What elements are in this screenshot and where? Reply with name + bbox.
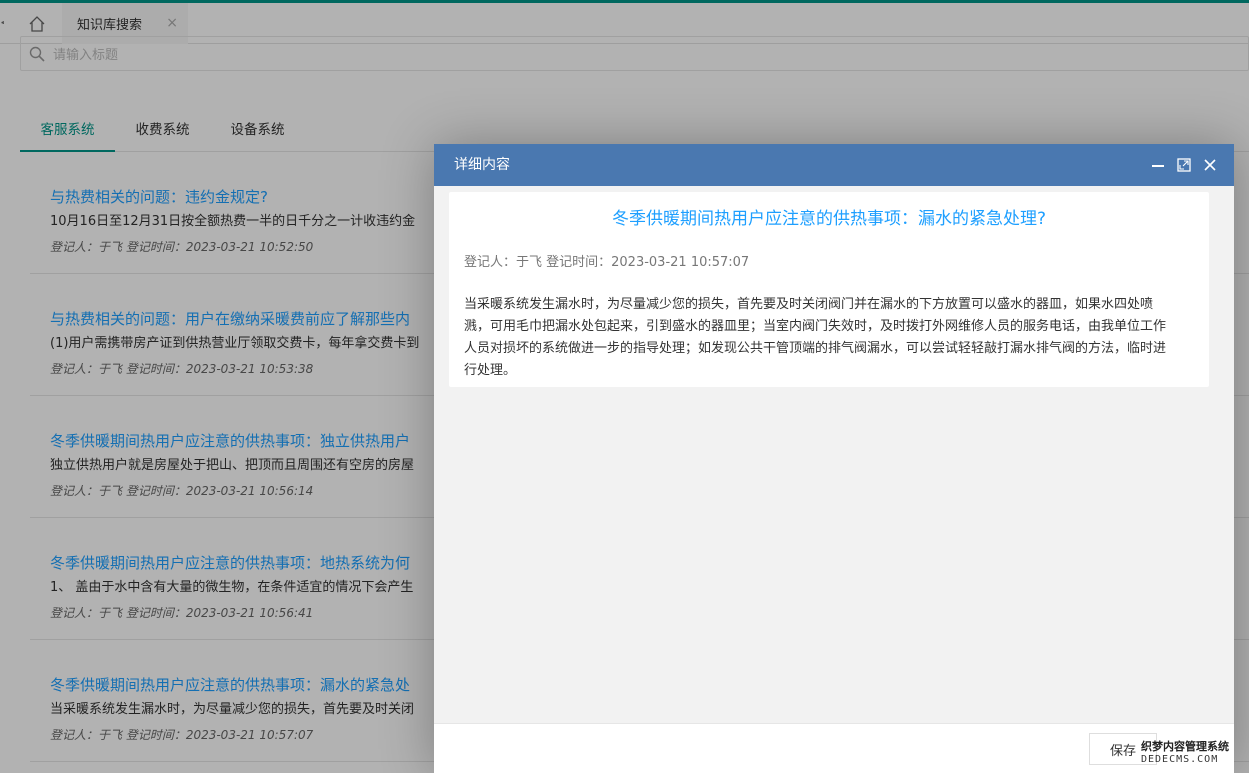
modal-header[interactable]: 详细内容 (434, 144, 1234, 186)
close-icon (1204, 159, 1216, 171)
detail-modal: 详细内容 冬季供暖期间热用户应注意的供热事项：漏水的紧急处理? 登记人：于飞 登… (434, 144, 1234, 773)
watermark-logo: 织梦内容管理系统 DEDECMS.COM (1141, 738, 1241, 768)
close-button[interactable] (1199, 144, 1221, 186)
minimize-button[interactable] (1147, 144, 1169, 186)
article-title: 冬季供暖期间热用户应注意的供热事项：漏水的紧急处理? (611, 209, 1047, 229)
modal-body: 冬季供暖期间热用户应注意的供热事项：漏水的紧急处理? 登记人：于飞 登记时间：2… (434, 186, 1234, 723)
article-card: 冬季供暖期间热用户应注意的供热事项：漏水的紧急处理? 登记人：于飞 登记时间：2… (449, 192, 1209, 387)
article-meta: 登记人：于飞 登记时间：2023-03-21 10:57:07 (464, 255, 750, 270)
maximize-button[interactable] (1173, 144, 1195, 186)
modal-title: 详细内容 (454, 157, 510, 173)
minimize-icon (1152, 165, 1164, 167)
modal-footer: 保存 (434, 723, 1234, 773)
watermark-line-1: 织梦内容管理系统 (1141, 740, 1229, 753)
article-content: 当采暖系统发生漏水时，为尽量减少您的损失，首先要及时关闭阀门并在漏水的下方放置可… (464, 297, 1167, 378)
maximize-icon (1177, 158, 1191, 172)
watermark-line-2: DEDECMS.COM (1141, 754, 1219, 765)
